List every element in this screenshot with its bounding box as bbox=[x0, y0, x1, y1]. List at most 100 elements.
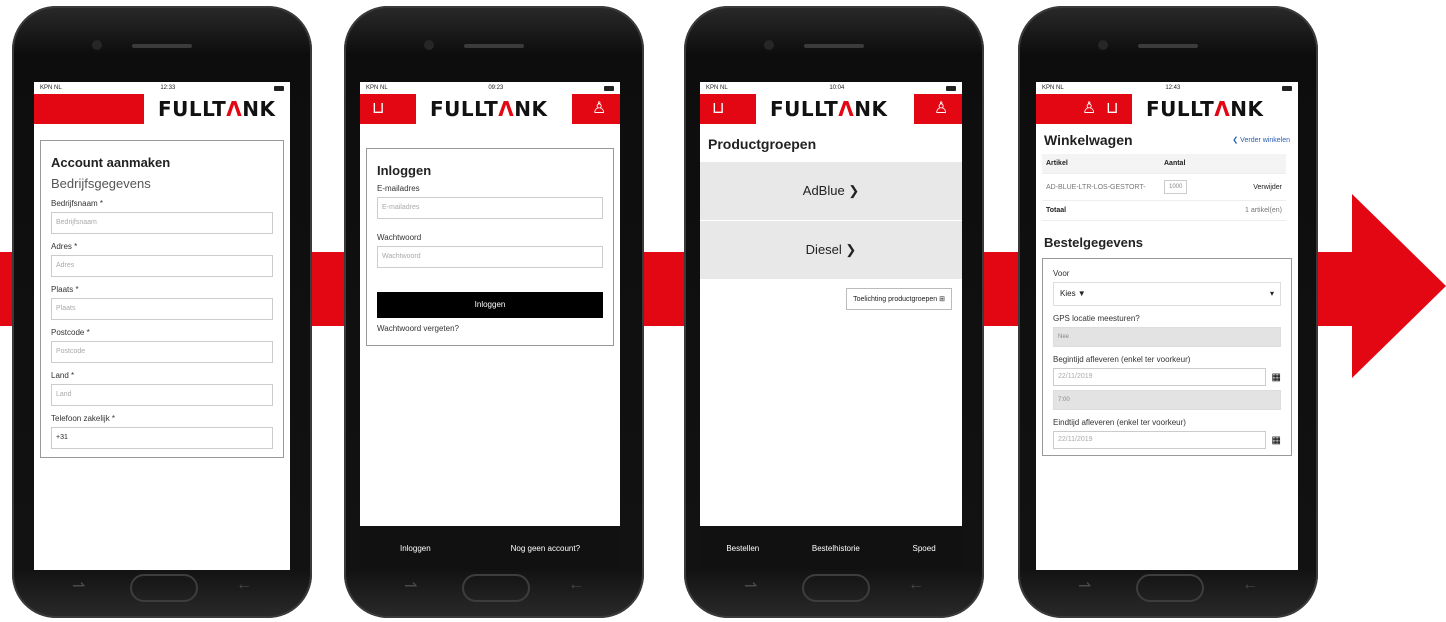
start-date-input[interactable]: 22/11/2019 bbox=[1053, 368, 1266, 386]
postcode-input[interactable]: Postcode bbox=[51, 341, 273, 363]
remove-button[interactable]: Verwijder bbox=[1211, 173, 1286, 201]
home-button[interactable] bbox=[1136, 574, 1204, 602]
app-header: ⊔ FULLTΛNK ♙ bbox=[360, 94, 620, 124]
phone-camera bbox=[424, 40, 434, 50]
field-label: Adres * bbox=[51, 242, 78, 251]
phone-nav-bar: ⇀ ← bbox=[1018, 574, 1318, 604]
email-input[interactable]: E-mailadres bbox=[377, 197, 603, 219]
back-icon[interactable]: ← bbox=[908, 576, 924, 594]
cart-icon[interactable]: ⊔ bbox=[1106, 98, 1118, 118]
country-input[interactable]: Land bbox=[51, 384, 273, 406]
explain-groups-button[interactable]: Toelichting productgroepen ⊞ bbox=[846, 288, 952, 310]
user-icon[interactable]: ♙ bbox=[934, 98, 948, 118]
continue-shopping-link[interactable]: ❮ Verder winkelen bbox=[1232, 136, 1290, 144]
back-icon[interactable]: ← bbox=[1242, 576, 1258, 594]
gps-label: GPS locatie meesturen? bbox=[1053, 314, 1140, 323]
quantity-input[interactable]: 1000 bbox=[1164, 180, 1188, 194]
login-button[interactable]: Inloggen bbox=[377, 292, 603, 318]
nav-urgent[interactable]: Spoed bbox=[913, 544, 936, 553]
voor-select[interactable]: Kies ▼ ▾ bbox=[1053, 282, 1281, 306]
calendar-icon[interactable]: ▦ bbox=[1272, 372, 1281, 383]
carrier-label: KPN NL bbox=[706, 85, 728, 91]
table-row: AD-BLUE-LTR-LOS-GESTORT- 1000 Verwijder bbox=[1042, 173, 1286, 201]
phone-camera bbox=[92, 40, 102, 50]
fulltank-logo: FULLTΛNK bbox=[1146, 97, 1264, 121]
phone-cart: KPN NL 12:43 ♙ ⊔ FULLTΛNK Winkelwagen ❮ … bbox=[1018, 6, 1318, 618]
group-diesel[interactable]: Diesel ❯ bbox=[700, 221, 962, 280]
phone-nav-bar: ⇀ ← bbox=[684, 574, 984, 604]
recent-apps-icon[interactable]: ⇀ bbox=[744, 576, 757, 596]
bottom-nav: Inloggen Nog geen account? bbox=[360, 526, 620, 570]
item-name: AD-BLUE-LTR-LOS-GESTORT- bbox=[1042, 173, 1160, 201]
gps-select[interactable]: Nee bbox=[1053, 327, 1281, 347]
flow-arrow-head bbox=[1352, 194, 1446, 378]
nav-order[interactable]: Bestellen bbox=[726, 544, 759, 553]
nav-register[interactable]: Nog geen account? bbox=[511, 544, 580, 553]
nav-login[interactable]: Inloggen bbox=[400, 544, 431, 553]
order-form: Voor Kies ▼ ▾ GPS locatie meesturen? Nee … bbox=[1042, 258, 1292, 456]
order-details-title: Bestelgegevens bbox=[1044, 235, 1143, 250]
recent-apps-icon[interactable]: ⇀ bbox=[1078, 576, 1091, 596]
fulltank-logo: FULLTΛNK bbox=[770, 97, 888, 121]
field-label: Telefoon zakelijk * bbox=[51, 414, 116, 423]
field-label: Plaats * bbox=[51, 285, 79, 294]
table-header-row: Artikel Aantal bbox=[1042, 154, 1286, 174]
password-input[interactable]: Wachtwoord bbox=[377, 246, 603, 268]
user-icon[interactable]: ♙ bbox=[1082, 98, 1096, 118]
home-button[interactable] bbox=[802, 574, 870, 602]
group-adblue[interactable]: AdBlue ❯ bbox=[700, 162, 962, 221]
home-button[interactable] bbox=[462, 574, 530, 602]
phone-camera bbox=[1098, 40, 1108, 50]
phone-productgroups: KPN NL 10:04 ⊔ FULLTΛNK ♙ Productgroepen… bbox=[684, 6, 984, 618]
city-input[interactable]: Plaats bbox=[51, 298, 273, 320]
home-button[interactable] bbox=[130, 574, 198, 602]
app-header: FULLTΛNK bbox=[34, 94, 290, 124]
cart-icon[interactable]: ⊔ bbox=[712, 98, 724, 118]
user-icon[interactable]: ♙ bbox=[592, 98, 606, 118]
status-bar: KPN NL 10:04 bbox=[700, 82, 962, 94]
end-date-row: 22/11/2019 ▦ bbox=[1053, 431, 1281, 449]
phone-login: KPN NL 09:23 ⊔ FULLTΛNK ♙ Inloggen E-mai… bbox=[344, 6, 644, 618]
phone-nav-bar: ⇀ ← bbox=[344, 574, 644, 604]
recent-apps-icon[interactable]: ⇀ bbox=[404, 576, 417, 596]
recent-apps-icon[interactable]: ⇀ bbox=[72, 576, 85, 596]
calendar-icon[interactable]: ▦ bbox=[1272, 435, 1281, 446]
login-form: Inloggen E-mailadres E-mailadres Wachtwo… bbox=[366, 148, 614, 346]
page-title: Productgroepen bbox=[708, 136, 817, 152]
clock-label: 12:33 bbox=[160, 85, 176, 91]
plus-icon: ⊞ bbox=[939, 296, 945, 303]
page-title: Account aanmaken bbox=[51, 155, 171, 170]
back-icon[interactable]: ← bbox=[568, 576, 584, 594]
section-subtitle: Bedrijfsgegevens bbox=[51, 176, 151, 191]
table-total-row: Totaal 1 artikel(en) bbox=[1042, 200, 1286, 221]
cart-icon[interactable]: ⊔ bbox=[372, 98, 384, 118]
clock-label: 10:04 bbox=[829, 85, 845, 91]
field-label: Bedrijfsnaam * bbox=[51, 199, 104, 208]
status-bar: KPN NL 09:23 bbox=[360, 82, 620, 94]
col-amount: Aantal bbox=[1160, 154, 1212, 174]
screen-cart: KPN NL 12:43 ♙ ⊔ FULLTΛNK Winkelwagen ❮ … bbox=[1036, 82, 1298, 570]
forgot-password-link[interactable]: Wachtwoord vergeten? bbox=[377, 324, 603, 333]
company-name-input[interactable]: Bedrijfsnaam bbox=[51, 212, 273, 234]
start-time-select[interactable]: 7:00 bbox=[1053, 390, 1281, 410]
cart-header: Winkelwagen ❮ Verder winkelen bbox=[1044, 132, 1290, 148]
phone-input[interactable]: +31 bbox=[51, 427, 273, 449]
password-label: Wachtwoord bbox=[377, 233, 422, 242]
nav-history[interactable]: Bestelhistorie bbox=[812, 544, 860, 553]
clock-label: 09:23 bbox=[488, 85, 504, 91]
account-form: Account aanmaken Bedrijfsgegevens Bedrij… bbox=[40, 140, 284, 458]
status-bar: KPN NL 12:43 bbox=[1036, 82, 1298, 94]
select-arrow-icon: ▾ bbox=[1269, 289, 1274, 298]
back-icon[interactable]: ← bbox=[236, 576, 252, 594]
col-article: Artikel bbox=[1042, 154, 1160, 174]
start-date-row: 22/11/2019 ▦ bbox=[1053, 368, 1281, 386]
end-time-label: Eindtijd afleveren (enkel ter voorkeur) bbox=[1053, 418, 1186, 427]
phone-camera bbox=[764, 40, 774, 50]
voor-label: Voor bbox=[1053, 269, 1070, 278]
end-date-input[interactable]: 22/11/2019 bbox=[1053, 431, 1266, 449]
address-input[interactable]: Adres bbox=[51, 255, 273, 277]
phone-speaker bbox=[804, 44, 864, 48]
app-header: ♙ ⊔ FULLTΛNK bbox=[1036, 94, 1298, 124]
email-label: E-mailadres bbox=[377, 184, 420, 193]
screen-productgroups: KPN NL 10:04 ⊔ FULLTΛNK ♙ Productgroepen… bbox=[700, 82, 962, 570]
